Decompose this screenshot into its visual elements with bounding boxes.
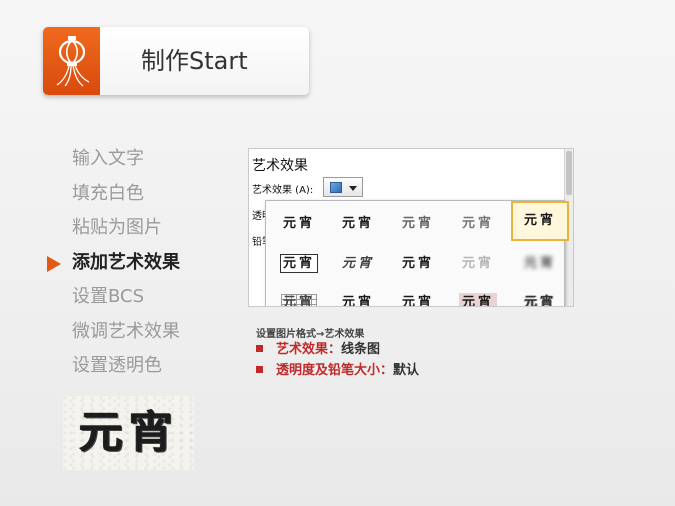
effect-thumb[interactable]: 元宵: [270, 283, 328, 306]
bullet-key: 透明度及铅笔大小: [276, 363, 381, 378]
bullet-separator: ：: [380, 363, 394, 378]
effect-thumb[interactable]: 元宵: [389, 244, 447, 284]
effect-thumb[interactable]: 元宵: [511, 244, 569, 284]
effect-thumb[interactable]: 元宵: [329, 283, 387, 306]
effect-thumb[interactable]: 元宵: [389, 204, 447, 244]
lantern-icon: [43, 27, 100, 95]
step-label: 填充白色: [72, 182, 144, 204]
effect-thumb[interactable]: 元宵: [329, 204, 387, 244]
bullet-separator: ：: [328, 342, 342, 357]
step-item: 输入文字: [72, 145, 180, 180]
effect-thumb[interactable]: 元宵: [329, 244, 387, 284]
effect-thumb-text: 元宵: [279, 254, 318, 273]
step-label: 添加艺术效果: [72, 251, 180, 273]
effect-thumb-line-drawing-selected[interactable]: 元宵: [511, 201, 569, 241]
effect-thumb[interactable]: 元宵: [270, 244, 328, 284]
pencil-size-label: 铅笔: [252, 237, 265, 248]
step-label: 粘贴为图片: [72, 217, 162, 238]
step-label: 设置透明色: [72, 355, 162, 376]
step-label: 设置BCS: [72, 286, 145, 307]
instruction-caption: 设置图片格式→艺术效果: [256, 329, 365, 340]
art-effects-dialog: 艺术效果 艺术效果 (A): 透明 铅笔 元宵 元宵 元宵 元宵 元宵 元宵 元…: [248, 148, 574, 307]
bullet-value: 线条图: [341, 342, 381, 357]
bullet-square-icon: [256, 345, 263, 352]
bullet-square-icon: [256, 366, 263, 373]
step-item: 设置透明色: [72, 352, 180, 387]
step-item: 设置BCS: [72, 283, 180, 318]
page-title: 制作Start: [141, 47, 248, 75]
effect-thumb-text: 元宵: [458, 293, 497, 306]
effect-thumb[interactable]: 元宵: [449, 244, 507, 284]
bullet-item: 透明度及铅笔大小：默认: [256, 362, 419, 380]
play-arrow-icon: [47, 255, 61, 272]
effect-label: 艺术效果 (A):: [252, 185, 314, 196]
chevron-down-icon: [349, 186, 357, 191]
header-card: 制作Start: [43, 27, 309, 95]
calligraphy-text: 元宵: [79, 407, 179, 458]
effect-thumb[interactable]: 元宵: [449, 283, 507, 306]
effect-thumb[interactable]: 元宵: [449, 204, 507, 244]
effect-thumb[interactable]: 元宵: [389, 283, 447, 306]
picture-icon: [330, 182, 342, 193]
step-item: 粘贴为图片: [72, 214, 180, 249]
calligraphy-sample-image: 元宵: [63, 396, 194, 470]
effect-thumb-text: 元宵: [281, 294, 317, 306]
effect-thumb[interactable]: 元宵: [270, 204, 328, 244]
step-item-active: 添加艺术效果: [47, 249, 180, 284]
dialog-title: 艺术效果: [252, 158, 308, 174]
bullet-item: 艺术效果：线条图: [256, 341, 380, 359]
scrollbar-thumb[interactable]: [566, 151, 572, 195]
art-effect-dropdown[interactable]: [323, 177, 363, 197]
effect-gallery: 元宵 元宵 元宵 元宵 元宵 元宵 元宵 元宵 元宵 元宵 元宵 元宵 元宵 元…: [265, 200, 569, 306]
step-item: 微调艺术效果: [72, 318, 180, 353]
step-label: 输入文字: [72, 148, 144, 169]
transparency-label: 透明: [252, 211, 265, 222]
effect-thumb[interactable]: 元宵: [511, 283, 569, 306]
bullet-value: 默认: [393, 363, 420, 378]
bullet-key: 艺术效果: [276, 342, 329, 357]
step-label: 微调艺术效果: [72, 320, 180, 342]
step-list: 输入文字 填充白色 粘贴为图片 添加艺术效果 设置BCS 微调艺术效果 设置透明…: [47, 145, 180, 387]
step-item: 填充白色: [72, 180, 180, 215]
